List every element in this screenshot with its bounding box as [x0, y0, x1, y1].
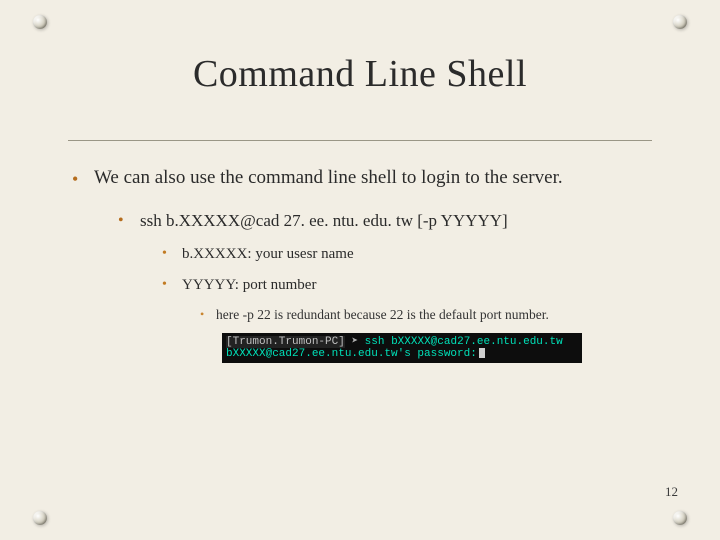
corner-ornament-top-left — [30, 12, 50, 32]
terminal-line2: bXXXXX@cad27.ee.ntu.edu.tw's password: — [226, 348, 477, 360]
ssh-command-text: ssh b.XXXXX@cad 27. ee. ntu. edu. tw [-p… — [140, 211, 508, 230]
page-number: 12 — [665, 484, 678, 500]
user-desc-text: b.XXXXX: your usesr name — [182, 246, 354, 262]
content-area: We can also use the command line shell t… — [72, 165, 648, 373]
corner-ornament-top-right — [670, 12, 690, 32]
title-underline — [68, 140, 652, 141]
terminal-arrow-icon: ➤ — [351, 336, 358, 348]
slide-title: Command Line Shell — [0, 52, 720, 96]
bullet-port-desc: YYYYY: port number here -p 22 is redunda… — [162, 275, 648, 362]
slide: Command Line Shell We can also use the c… — [0, 0, 720, 540]
port-desc-text: YYYYY: port number — [182, 277, 316, 293]
bullet-main-text: We can also use the command line shell t… — [94, 167, 563, 188]
bullet-main: We can also use the command line shell t… — [72, 165, 648, 363]
terminal-screenshot: [Trumon.Trumon-PC] ➤ ssh bXXXXX@cad27.ee… — [222, 333, 582, 363]
corner-ornament-bottom-left — [30, 508, 50, 528]
bullet-port-note: here -p 22 is redundant because 22 is th… — [200, 306, 648, 324]
corner-ornament-bottom-right — [670, 508, 690, 528]
terminal-cursor-icon — [479, 348, 485, 358]
terminal-line1-cmd: ssh bXXXXX@cad27.ee.ntu.edu.tw — [365, 336, 563, 348]
port-note-text: here -p 22 is redundant because 22 is th… — [216, 307, 549, 322]
bullet-ssh-command: ssh b.XXXXX@cad 27. ee. ntu. edu. tw [-p… — [118, 209, 648, 363]
terminal-host: [Trumon.Trumon-PC] — [226, 336, 345, 348]
bullet-user-desc: b.XXXXX: your usesr name — [162, 244, 648, 265]
